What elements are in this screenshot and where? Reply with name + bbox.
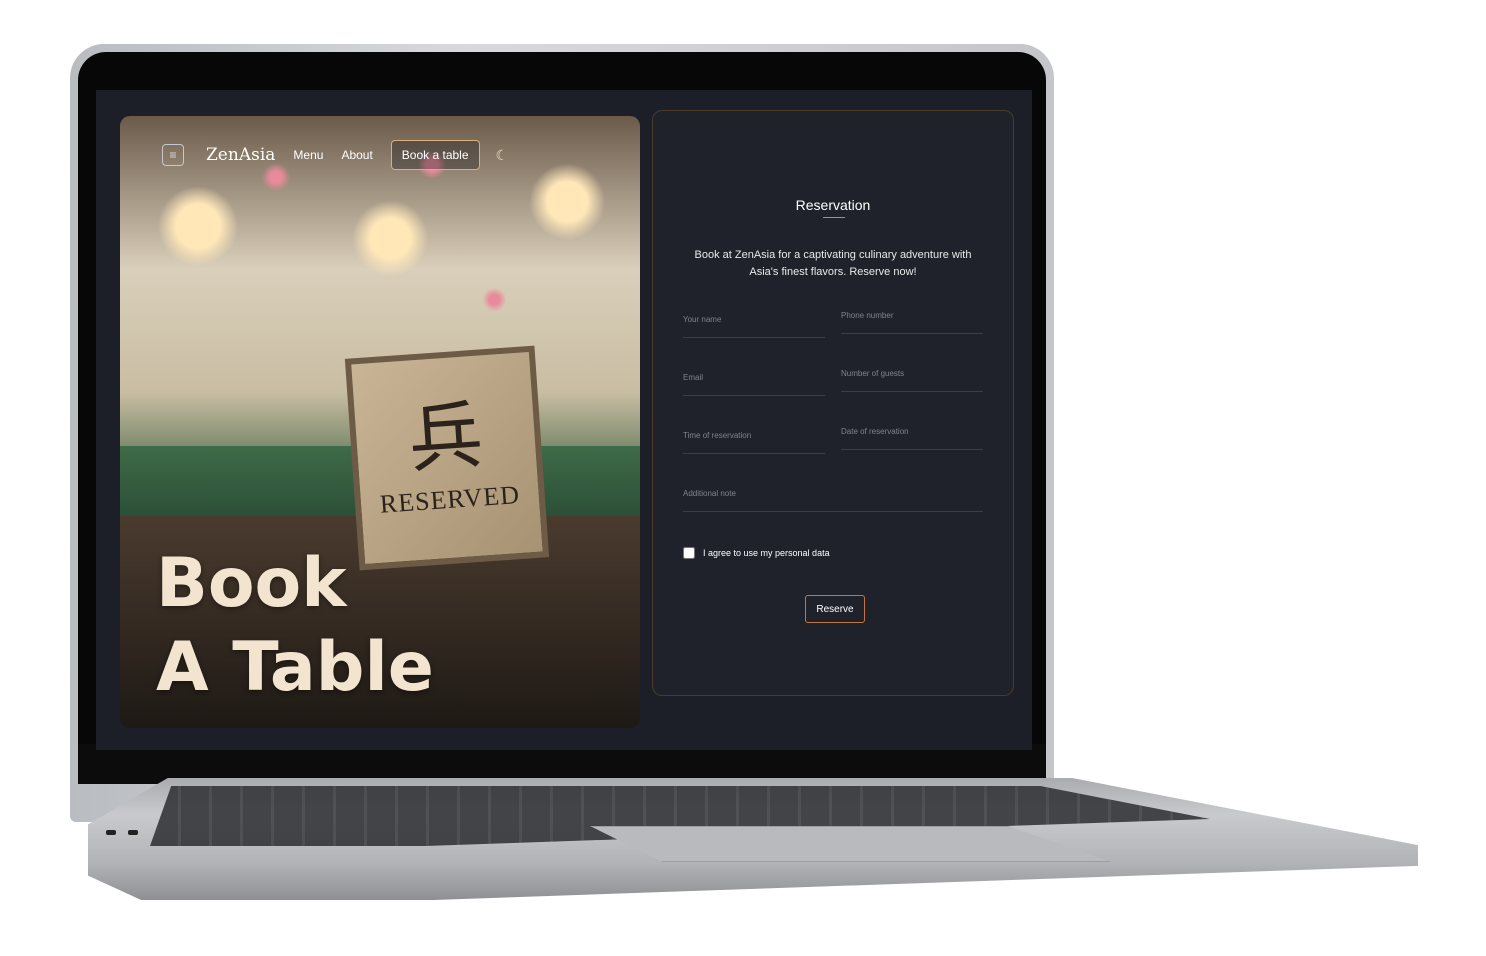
hero-image: 兵 RESERVED Book A Table: [120, 116, 640, 728]
laptop-screen: 兵 RESERVED Book A Table ≡ ZenAsia Menu A…: [96, 90, 1032, 750]
reservation-card: Reservation Book at ZenAsia for a captiv…: [652, 110, 1014, 696]
guests-field: [841, 361, 983, 392]
book-table-button[interactable]: Book a table: [390, 140, 480, 170]
reserved-sign: 兵 RESERVED: [344, 345, 550, 571]
reservation-description: Book at ZenAsia for a captivating culina…: [694, 249, 972, 278]
menu-button[interactable]: ≡: [162, 144, 184, 166]
usb-port: [106, 830, 116, 835]
hero-title-line1: Book: [156, 544, 347, 623]
usb-port: [128, 830, 138, 835]
date-input[interactable]: [841, 427, 983, 436]
note-input[interactable]: [683, 489, 983, 498]
hero-title: Book A Table: [156, 542, 434, 710]
sign-text: RESERVED: [378, 480, 521, 519]
agree-label: I agree to use my personal data: [703, 548, 830, 558]
agree-checkbox[interactable]: [683, 547, 695, 559]
hamburger-icon: ≡: [169, 148, 177, 162]
sign-glyph: 兵: [405, 392, 486, 484]
time-input[interactable]: [683, 431, 825, 440]
nav-link-menu[interactable]: Menu: [293, 148, 323, 162]
reservation-title: Reservation: [795, 197, 871, 213]
email-input[interactable]: [683, 373, 825, 382]
name-input[interactable]: [683, 315, 825, 324]
note-field: [683, 481, 983, 512]
email-field: [683, 365, 825, 396]
title-underline: [823, 217, 845, 218]
agree-row[interactable]: I agree to use my personal data: [683, 547, 830, 559]
phone-input[interactable]: [841, 311, 983, 320]
date-field: [841, 419, 983, 450]
reserve-button[interactable]: Reserve: [805, 595, 865, 623]
hero-title-line2: A Table: [156, 628, 434, 707]
nav-link-about[interactable]: About: [341, 148, 372, 162]
phone-field: [841, 303, 983, 334]
guests-input[interactable]: [841, 369, 983, 378]
theme-toggle-moon-icon[interactable]: ☾: [496, 147, 509, 164]
name-field: [683, 307, 825, 338]
navbar: ≡ ZenAsia Menu About Book a table ☾: [162, 138, 508, 172]
logo[interactable]: ZenAsia: [206, 145, 275, 165]
time-field: [683, 423, 825, 454]
